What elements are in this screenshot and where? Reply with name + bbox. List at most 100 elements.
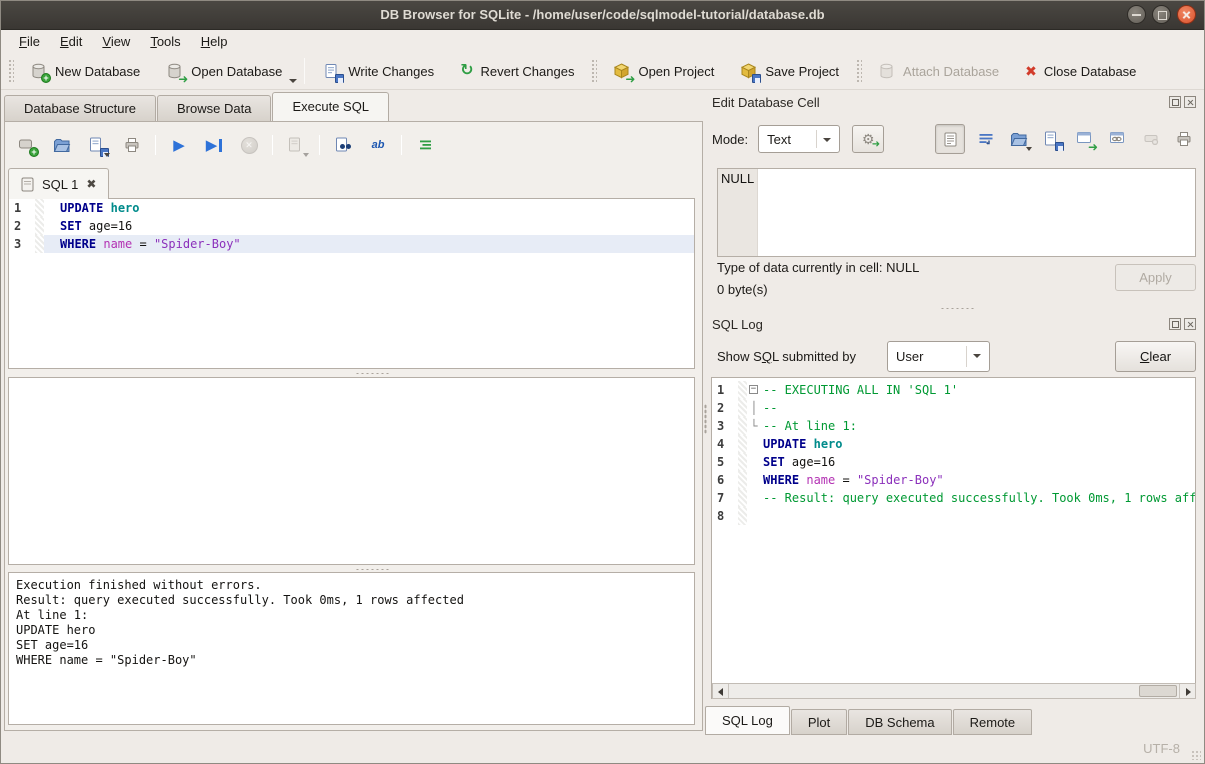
dock-buttons bbox=[1169, 96, 1196, 108]
print-button[interactable] bbox=[120, 133, 144, 157]
revert-changes-button[interactable]: Revert Changes bbox=[447, 56, 587, 87]
cell-editor-icons bbox=[935, 124, 1196, 154]
sql-log-filter-select[interactable]: User bbox=[887, 341, 990, 372]
toolbar-drag-handle[interactable] bbox=[590, 58, 597, 84]
edit-cell-dock-title: Edit Database Cell bbox=[712, 93, 1196, 111]
execute-current-line-button[interactable] bbox=[202, 133, 226, 157]
dock-tab-remote[interactable]: Remote bbox=[953, 709, 1033, 735]
line-number: 3 bbox=[712, 417, 738, 435]
tab-execute-sql[interactable]: Execute SQL bbox=[272, 92, 389, 121]
close-icon[interactable] bbox=[1177, 5, 1196, 24]
open-tab-button[interactable] bbox=[15, 133, 39, 157]
save-dropdown-icon[interactable] bbox=[104, 153, 110, 157]
apply-button[interactable]: Apply bbox=[1115, 264, 1196, 291]
collapse-marker[interactable]: − bbox=[747, 381, 761, 399]
set-null-button[interactable] bbox=[1139, 127, 1163, 151]
text-mode-button[interactable] bbox=[935, 124, 965, 154]
open-project-button[interactable]: Open Project bbox=[600, 56, 727, 87]
print-cell-button[interactable] bbox=[1172, 127, 1196, 151]
save-project-button[interactable]: Save Project bbox=[727, 56, 852, 87]
window-title: DB Browser for SQLite - /home/user/code/… bbox=[380, 7, 824, 22]
code-text: -- Result: query executed successfully. … bbox=[761, 489, 1196, 507]
open-in-external-button[interactable] bbox=[1073, 127, 1097, 151]
print-icon bbox=[1176, 131, 1192, 147]
sql-editor[interactable]: 1UPDATE hero2SET age=163WHERE name = "Sp… bbox=[8, 198, 695, 369]
floppy-badge-icon bbox=[752, 74, 761, 83]
tab-browse-data[interactable]: Browse Data bbox=[157, 95, 271, 121]
cell-size-text: 0 byte(s) bbox=[717, 282, 768, 297]
export-results-button[interactable] bbox=[284, 133, 308, 157]
execution-message-log[interactable]: Execution finished without errors. Resul… bbox=[8, 572, 695, 725]
import-dropdown-icon[interactable] bbox=[1026, 147, 1032, 151]
open-database-button[interactable]: Open Database bbox=[153, 56, 295, 87]
encoding-status: UTF-8 bbox=[1143, 741, 1180, 756]
dock-tab-sql-log[interactable]: SQL Log bbox=[705, 706, 790, 735]
float-dock-icon[interactable] bbox=[1169, 318, 1181, 330]
cell-value-editor[interactable]: NULL bbox=[717, 168, 1196, 257]
menu-edit[interactable]: Edit bbox=[50, 30, 92, 53]
close-dock-icon[interactable] bbox=[1184, 96, 1196, 108]
word-wrap-button[interactable] bbox=[974, 127, 998, 151]
splitter-handle[interactable] bbox=[355, 371, 389, 374]
open-sql-file-button[interactable] bbox=[50, 133, 74, 157]
sql-log-horizontal-scrollbar[interactable] bbox=[712, 683, 1196, 699]
float-dock-icon[interactable] bbox=[1169, 96, 1181, 108]
dock-tab-db-schema[interactable]: DB Schema bbox=[848, 709, 951, 735]
panel-splitter-handle[interactable] bbox=[704, 404, 707, 434]
new-database-button[interactable]: New Database bbox=[17, 56, 153, 87]
scroll-right-icon[interactable] bbox=[1179, 684, 1195, 698]
titlebar[interactable]: DB Browser for SQLite - /home/user/code/… bbox=[0, 0, 1205, 30]
edit-cell-toolbar: Mode: Text bbox=[712, 124, 1196, 154]
find-button[interactable] bbox=[331, 133, 355, 157]
minimize-icon[interactable] bbox=[1127, 5, 1146, 24]
code-text: UPDATE hero bbox=[58, 199, 140, 217]
toolbar-separator bbox=[401, 135, 402, 155]
execute-line-bar-icon bbox=[219, 139, 222, 152]
menu-help[interactable]: Help bbox=[191, 30, 238, 53]
mode-select[interactable]: Text bbox=[758, 125, 840, 153]
text-mode-icon bbox=[944, 132, 957, 147]
menu-tools[interactable]: Tools bbox=[140, 30, 190, 53]
code-text: -- At line 1: bbox=[761, 417, 857, 435]
print-icon bbox=[124, 137, 140, 153]
format-sql-button[interactable] bbox=[413, 133, 437, 157]
maximize-icon[interactable] bbox=[1152, 5, 1171, 24]
splitter-handle[interactable] bbox=[355, 567, 389, 570]
sql-file-tab[interactable]: SQL 1 bbox=[8, 168, 109, 199]
code-text: UPDATE hero bbox=[761, 435, 843, 453]
menu-view[interactable]: View bbox=[92, 30, 140, 53]
toolbar-drag-handle[interactable] bbox=[855, 58, 862, 84]
line-number: 2 bbox=[712, 399, 738, 417]
scroll-left-icon[interactable] bbox=[713, 684, 729, 698]
scrollbar-thumb[interactable] bbox=[1139, 685, 1177, 697]
close-dock-icon[interactable] bbox=[1184, 318, 1196, 330]
resize-grip-icon[interactable] bbox=[1191, 750, 1201, 760]
sql-log-view[interactable]: 1−-- EXECUTING ALL IN 'SQL 1'2│--3└-- At… bbox=[711, 377, 1196, 699]
clear-log-button[interactable]: Clear bbox=[1115, 341, 1196, 372]
export-to-file-button[interactable] bbox=[1040, 127, 1064, 151]
open-database-dropdown-icon[interactable] bbox=[289, 79, 297, 83]
dock-tab-plot[interactable]: Plot bbox=[791, 709, 847, 735]
tab-database-structure[interactable]: Database Structure bbox=[4, 95, 156, 121]
mode-label: Mode: bbox=[712, 132, 748, 147]
fold-margin bbox=[747, 471, 761, 489]
copy-link-button[interactable] bbox=[1106, 127, 1130, 151]
dock-splitter-handle[interactable] bbox=[940, 307, 974, 310]
close-tab-icon[interactable] bbox=[86, 177, 96, 191]
filter-value: User bbox=[896, 349, 923, 364]
import-export-settings-button[interactable] bbox=[852, 125, 884, 153]
results-grid[interactable] bbox=[8, 377, 695, 565]
gutter-margin bbox=[738, 435, 747, 453]
stop-button[interactable] bbox=[237, 133, 261, 157]
toolbar-drag-handle[interactable] bbox=[7, 58, 14, 84]
import-from-file-button[interactable] bbox=[1007, 127, 1031, 151]
execute-all-button[interactable] bbox=[167, 133, 191, 157]
toolbar-separator bbox=[319, 135, 320, 155]
attach-database-button[interactable]: Attach Database bbox=[865, 56, 1012, 87]
save-sql-file-button[interactable] bbox=[85, 133, 109, 157]
execute-current-line-icon bbox=[206, 138, 218, 153]
find-replace-button[interactable] bbox=[366, 133, 390, 157]
close-database-button[interactable]: Close Database bbox=[1012, 56, 1149, 87]
write-changes-button[interactable]: Write Changes bbox=[310, 56, 447, 87]
menu-file[interactable]: File bbox=[9, 30, 50, 53]
